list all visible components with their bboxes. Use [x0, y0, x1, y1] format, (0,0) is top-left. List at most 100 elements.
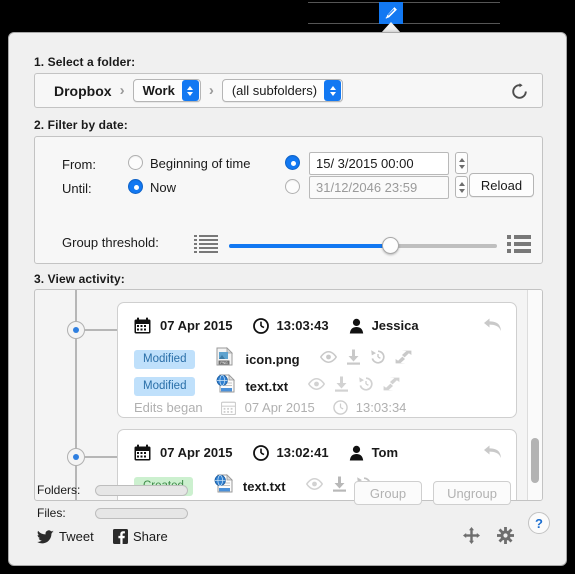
move-arrows-icon[interactable]	[463, 527, 480, 549]
until-date-field[interactable]: 31/12/2046 23:59	[309, 176, 449, 199]
eye-icon[interactable]	[319, 350, 337, 368]
timeline-node[interactable]	[67, 448, 85, 466]
group-threshold-label: Group threshold:	[62, 235, 159, 250]
clock-icon	[252, 444, 269, 461]
edits-began-date: 07 Apr 2015	[244, 400, 315, 415]
folders-label: Folders:	[37, 483, 81, 497]
help-button[interactable]: ?	[528, 512, 550, 534]
calendar-icon	[134, 444, 151, 461]
reply-arrow-icon[interactable]	[483, 317, 502, 338]
breadcrumb-separator-2: ›	[208, 82, 214, 99]
event-date: 07 Apr 2015	[160, 445, 233, 460]
download-icon[interactable]	[346, 349, 361, 370]
file-row: Modified PNG icon.png	[134, 347, 412, 371]
step2-label: 2. Filter by date:	[34, 118, 128, 132]
file-row: Modified text.txt	[134, 374, 400, 398]
compare-icon[interactable]	[395, 350, 412, 369]
person-icon	[349, 445, 363, 460]
reload-button[interactable]: Reload	[469, 173, 534, 197]
until-label: Until:	[62, 181, 92, 196]
edits-began-time: 13:03:34	[355, 400, 407, 415]
files-label: Files:	[37, 506, 66, 520]
from-date-stepper[interactable]	[455, 152, 468, 174]
slider-thumb[interactable]	[381, 237, 399, 254]
group-button[interactable]: Group	[354, 481, 422, 505]
calendar-icon	[134, 317, 151, 334]
radio-until-date[interactable]	[285, 179, 300, 194]
clock-icon	[333, 400, 348, 415]
chevron-updown-icon	[324, 80, 342, 101]
menubar-rule-bottom	[308, 23, 500, 24]
timeline-node[interactable]	[67, 321, 85, 339]
download-icon[interactable]	[332, 476, 347, 497]
text-file-icon	[214, 474, 233, 498]
breadcrumb-root[interactable]: Dropbox	[54, 83, 112, 99]
eye-icon[interactable]	[305, 477, 323, 495]
pencil-icon	[385, 7, 397, 19]
radio-from-date[interactable]	[285, 155, 300, 170]
history-icon[interactable]	[370, 349, 386, 370]
compare-icon[interactable]	[383, 377, 400, 396]
event-time: 13:02:41	[276, 445, 329, 460]
eye-icon[interactable]	[308, 377, 326, 395]
from-date-field[interactable]: 15/ 3/2015 00:00	[309, 152, 449, 175]
scrollbar-thumb[interactable]	[531, 438, 539, 483]
status-badge: Modified	[134, 376, 196, 396]
file-name[interactable]: icon.png	[245, 352, 299, 367]
activity-popover-panel: 1. Select a folder: Dropbox › Work › (al…	[8, 32, 567, 566]
until-date-stepper[interactable]	[455, 176, 468, 198]
share-label: Share	[133, 529, 168, 544]
text-file-icon	[216, 374, 236, 398]
subfolder-popup-value: Work	[142, 83, 175, 98]
edits-began-row: Edits began 07 Apr 2015 13:03:34	[134, 400, 406, 415]
event-time: 13:03:43	[276, 318, 329, 333]
tweet-label: Tweet	[59, 529, 94, 544]
person-icon	[349, 318, 363, 333]
timeline-stub	[85, 329, 118, 331]
facebook-f-icon	[113, 529, 128, 544]
status-badge: Modified	[134, 349, 196, 369]
png-file-icon: PNG	[216, 347, 234, 371]
file-name[interactable]: text.txt	[245, 379, 288, 394]
share-link[interactable]: Share	[113, 529, 168, 544]
scope-popup-button[interactable]: (all subfolders)	[221, 79, 344, 102]
folders-progress-bar	[95, 485, 188, 496]
timeline-stub	[85, 456, 118, 458]
tweet-link[interactable]: Tweet	[37, 529, 94, 544]
history-icon[interactable]	[358, 376, 374, 397]
event-user: Jessica	[371, 318, 419, 333]
step1-label: 1. Select a folder:	[34, 55, 136, 69]
menubar-extra-pencil[interactable]	[379, 2, 403, 24]
activity-list[interactable]: 07 Apr 2015 13:03:43 Jessica Modified PN…	[34, 289, 543, 501]
breadcrumb-separator-1: ›	[119, 82, 125, 99]
download-icon[interactable]	[334, 376, 349, 397]
file-actions	[319, 349, 412, 370]
group-threshold-slider[interactable]	[229, 237, 497, 254]
clock-icon	[252, 317, 269, 334]
activity-scrollbar[interactable]	[527, 290, 542, 500]
activity-card[interactable]: 07 Apr 2015 13:03:43 Jessica Modified PN…	[117, 302, 517, 418]
file-name[interactable]: text.txt	[243, 479, 286, 494]
radio-now[interactable]	[128, 179, 143, 194]
from-label: From:	[62, 157, 96, 172]
event-user: Tom	[371, 445, 399, 460]
folder-selector-bar: Dropbox › Work › (all subfolders)	[34, 73, 543, 108]
svg-text:PNG: PNG	[221, 361, 229, 365]
list-compact-icon[interactable]	[194, 234, 218, 261]
event-header: 07 Apr 2015 13:02:41 Tom	[134, 444, 398, 461]
screen: 1. Select a folder: Dropbox › Work › (al…	[0, 0, 575, 574]
list-spaced-icon[interactable]	[507, 234, 531, 261]
subfolder-popup-button[interactable]: Work	[132, 79, 201, 102]
calendar-icon	[220, 401, 236, 415]
file-actions	[308, 376, 400, 397]
radio-now-label: Now	[150, 180, 177, 195]
twitter-bird-icon	[37, 529, 54, 543]
radio-beginning-of-time-label: Beginning of time	[150, 156, 251, 171]
reply-arrow-icon[interactable]	[483, 444, 502, 465]
slider-fill	[229, 244, 390, 248]
ungroup-button[interactable]: Ungroup	[433, 481, 511, 505]
refresh-button[interactable]	[510, 82, 528, 100]
event-header: 07 Apr 2015 13:03:43 Jessica	[134, 317, 419, 334]
radio-beginning-of-time[interactable]	[128, 155, 143, 170]
gear-icon[interactable]	[497, 527, 514, 549]
